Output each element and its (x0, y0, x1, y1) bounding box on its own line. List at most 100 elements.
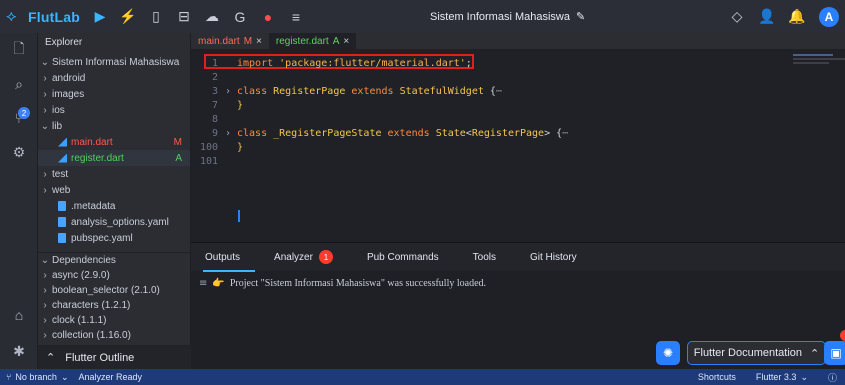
tab-label: Tools (472, 251, 496, 263)
code-line[interactable]: 9 › class _RegisterPageState extends State… (191, 126, 789, 140)
stop-record-icon[interactable]: ● (260, 9, 276, 25)
git-icon[interactable]: G (232, 9, 248, 25)
tab-pub-commands[interactable]: Pub Commands (367, 252, 439, 263)
tree-item-images[interactable]: › images (38, 86, 190, 102)
save-icon[interactable]: ⊟ (176, 8, 192, 25)
debug-icon[interactable]: ✱ (0, 333, 38, 369)
file-icon (58, 233, 66, 243)
tree-item-lib[interactable]: ⌄ lib (38, 118, 190, 134)
brand[interactable]: ⟡ FlutLab (0, 0, 80, 33)
notification-bell-icon[interactable]: 🔔 (788, 8, 805, 25)
activity-bar: 🗋 ⌕ ⑂ 2 ⚙ ⌂ ✱ (0, 33, 38, 369)
chevron-right-icon: › (43, 184, 47, 196)
theme-icon[interactable]: ◇ (729, 8, 745, 25)
chevron-down-icon: ⌄ (40, 255, 50, 266)
code-line[interactable]: 3 › class RegisterPage extends StatefulWid… (191, 84, 789, 98)
tab-outputs[interactable]: Outputs (202, 251, 256, 272)
ai-assistant-button[interactable]: ✺ (656, 341, 680, 365)
tree-item-analysis-options[interactable]: analysis_options.yaml (38, 214, 190, 230)
add-user-icon[interactable]: 👤 (758, 8, 775, 25)
home-icon[interactable]: ⌂ (0, 297, 38, 333)
code-token: > (544, 127, 557, 139)
dependency-item[interactable]: › clock (1.1.1) (38, 313, 191, 328)
flutter-outline-toggle[interactable]: ⌃ Flutter Outline (38, 345, 191, 369)
tree-item-web[interactable]: › web (38, 182, 190, 198)
explorer-header: Explorer (45, 37, 83, 48)
explorer-icon[interactable]: 🗋 (0, 33, 38, 67)
tab-analyzer[interactable]: Analyzer 1 (274, 250, 333, 264)
tree-item-label: web (52, 184, 71, 196)
dependencies-title: Dependencies (52, 255, 116, 266)
flutter-documentation-button[interactable]: Flutter Documentation ⌃ (687, 341, 826, 365)
dependency-item[interactable]: › async (2.9.0) (38, 268, 191, 283)
analyzer-status-label: Analyzer Ready (78, 372, 143, 382)
shortcuts-label: Shortcuts (697, 372, 736, 382)
fold-chevron-icon[interactable]: › (225, 128, 237, 139)
code-line[interactable]: 7} (191, 98, 789, 112)
tab-git-history[interactable]: Git History (530, 252, 577, 263)
flutter-version-selector[interactable]: Flutter 3.3 ⌄ (756, 372, 808, 383)
flutter-outline-label: Flutter Outline (65, 351, 135, 364)
search-icon[interactable]: ⌕ (0, 67, 38, 101)
close-icon[interactable]: × (343, 36, 349, 47)
minimap[interactable] (787, 52, 845, 242)
tab-register-dart[interactable]: register.dart A × (268, 32, 357, 50)
code-line[interactable]: 2 (191, 70, 789, 84)
code-line[interactable]: 8 (191, 112, 789, 126)
device-icon[interactable]: ▯ (148, 8, 164, 25)
dependency-item[interactable]: › boolean_selector (2.1.0) (38, 283, 191, 298)
code-line[interactable]: 101 (191, 154, 789, 168)
code-line[interactable]: 1 import 'package:flutter/material.dart'; (191, 56, 789, 70)
tree-item-pubspec[interactable]: pubspec.yaml (38, 230, 190, 246)
branch-selector[interactable]: ⑂ No branch ⌄ (6, 372, 68, 383)
close-icon[interactable]: × (256, 36, 262, 47)
line-number: 7 (211, 99, 218, 111)
code-text: class RegisterPage extends StatefulWidge… (237, 86, 502, 97)
chat-notification-badge (840, 330, 845, 341)
flutter-documentation-label: Flutter Documentation (693, 347, 802, 359)
dependency-item[interactable]: › characters (1.2.1) (38, 298, 191, 313)
dependency-item[interactable]: › collection (1.16.0) (38, 328, 191, 343)
settings-icon[interactable]: ⚙ (0, 135, 38, 169)
code-token: } (237, 99, 244, 111)
code-line[interactable]: 100} (191, 140, 789, 154)
minimap-line (793, 58, 845, 60)
dependencies-header[interactable]: ⌄ Dependencies (38, 253, 191, 268)
edit-pencil-icon[interactable]: ✎ (576, 10, 585, 23)
top-toolbar: ⟡ FlutLab ▶ ⚡ ▯ ⊟ ☁ G ● ≡ Sistem Informa… (0, 0, 845, 33)
tab-tools[interactable]: Tools (473, 252, 496, 263)
dependency-label: characters (1.2.1) (52, 300, 131, 311)
line-number: 2 (211, 71, 218, 83)
tree-item-label: test (52, 168, 69, 180)
line-number: 100 (199, 141, 218, 153)
tree-item-register-dart[interactable]: register.dart A (38, 150, 190, 166)
tab-main-dart[interactable]: main.dart M × (191, 33, 269, 50)
avatar[interactable]: A (819, 6, 839, 27)
panel-tabs: Outputs Analyzer 1 Pub Commands Tools Gi… (191, 243, 845, 272)
tree-item-test[interactable]: › test (38, 166, 190, 182)
tab-status: A (332, 35, 340, 47)
tree-item-main-dart[interactable]: main.dart M (38, 134, 190, 150)
tree-item-metadata[interactable]: .metadata (38, 198, 190, 214)
tree-item-android[interactable]: › android (38, 70, 190, 86)
line-number: 101 (199, 155, 218, 167)
text-cursor (238, 210, 240, 222)
code-area[interactable]: 1 import 'package:flutter/material.dart';… (191, 52, 789, 242)
chat-button[interactable]: ▣ (824, 341, 845, 365)
minimap-line (793, 54, 833, 56)
cloud-icon[interactable]: ☁ (204, 8, 220, 25)
fold-chevron-icon[interactable]: › (225, 86, 237, 97)
run-icon[interactable]: ▶ (92, 8, 108, 25)
chevron-up-icon: ⌃ (46, 352, 56, 364)
tree-item-label: android (52, 72, 86, 84)
shortcuts-link[interactable]: Shortcuts (698, 372, 736, 382)
tree-root[interactable]: ⌄ Sistem Informasi Mahasiswa (38, 54, 190, 70)
code-token: 'package:flutter/material.dart' (279, 57, 466, 69)
hot-reload-icon[interactable]: ⚡ (119, 8, 136, 25)
source-control-icon[interactable]: ⑂ 2 (0, 101, 38, 135)
tab-label: Outputs (205, 251, 241, 263)
info-icon[interactable]: ⓘ (828, 371, 837, 384)
tree-item-ios[interactable]: › ios (38, 102, 190, 118)
menu-icon[interactable]: ≡ (288, 9, 304, 25)
flutter-version-label: Flutter 3.3 (755, 372, 797, 382)
